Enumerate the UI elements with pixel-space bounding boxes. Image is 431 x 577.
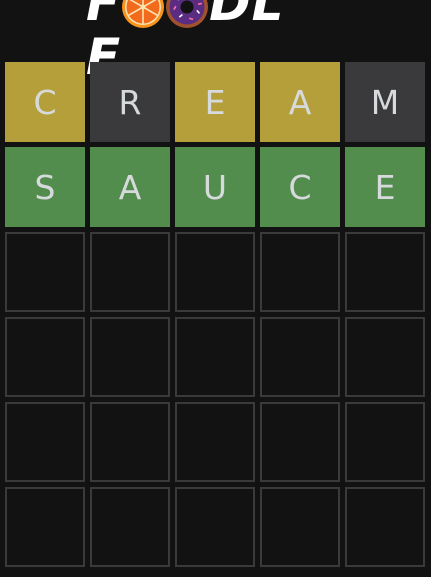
tile-r1-c3: E [175,62,255,142]
tile-r2-c3: U [175,147,255,227]
tile-r6-c4 [260,487,340,567]
tile-r4-c1 [5,317,85,397]
tile-r6-c1 [5,487,85,567]
logo-letter-f: F [86,0,122,32]
tile-r3-c5 [345,232,425,312]
tile-r4-c2 [90,317,170,397]
tile-r1-c4: A [260,62,340,142]
tile-r1-c5: M [345,62,425,142]
tile-r4-c5 [345,317,425,397]
tile-r6-c3 [175,487,255,567]
tile-r5-c1 [5,402,85,482]
tile-r4-c3 [175,317,255,397]
tile-r5-c2 [90,402,170,482]
tile-r4-c4 [260,317,340,397]
tile-r2-c5: E [345,147,425,227]
tile-r3-c3 [175,232,255,312]
logo-letter-l: L [251,0,285,32]
tile-r6-c2 [90,487,170,567]
tile-r2-c4: C [260,147,340,227]
app-logo[interactable]: F DLE [86,0,300,84]
tile-r5-c5 [345,402,425,482]
game-board: C R E A M S A U C E [5,62,426,567]
logo-letter-d: D [209,0,252,32]
tile-r1-c2: R [90,62,170,142]
orange-slice-icon [121,0,165,29]
tile-r2-c1: S [5,147,85,227]
tile-r6-c5 [345,487,425,567]
tile-r3-c2 [90,232,170,312]
tile-r5-c4 [260,402,340,482]
donut-icon [165,0,209,29]
tile-r3-c4 [260,232,340,312]
tile-r1-c1: C [5,62,85,142]
tile-r2-c2: A [90,147,170,227]
tile-r5-c3 [175,402,255,482]
tile-r3-c1 [5,232,85,312]
